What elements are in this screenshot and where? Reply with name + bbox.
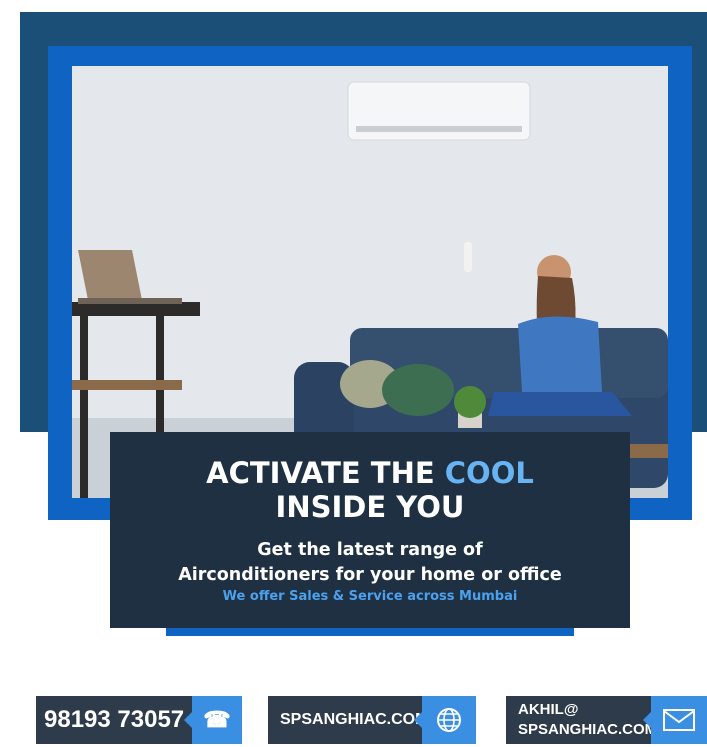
service-note: We offer Sales & Service across Mumbai — [222, 589, 518, 604]
subheadline-line2: Airconditioners for your home or office — [178, 565, 562, 585]
email-line2: SPSANGHIAC.COM — [518, 721, 658, 738]
phone-number: 98193 73057 — [44, 706, 185, 733]
website-text: SPSANGHIAC.COM — [280, 711, 429, 728]
promo-headline: ACTIVATE THE COOL INSIDE YOU — [110, 456, 630, 524]
air-conditioner-illustration — [347, 81, 531, 141]
promo-subheadline: Get the latest range of Airconditioners … — [110, 538, 630, 588]
headline-line2: INSIDE YOU — [275, 490, 465, 524]
website-tab — [414, 696, 476, 744]
card-underline-bar — [166, 628, 574, 636]
promo-card: ACTIVATE THE COOL INSIDE YOU Get the lat… — [110, 432, 630, 628]
website-contact[interactable]: SPSANGHIAC.COM — [268, 696, 476, 744]
phone-icon: ☎ — [203, 707, 231, 732]
phone-contact[interactable]: 98193 73057 ☎ — [36, 696, 242, 744]
headline-accent: COOL — [444, 456, 534, 490]
envelope-icon — [663, 709, 695, 731]
subheadline-line1: Get the latest range of — [257, 540, 483, 560]
phone-tab: ☎ — [184, 696, 242, 744]
email-tab — [643, 696, 707, 744]
email-line1: AKHIL@ — [518, 701, 579, 718]
globe-icon — [437, 708, 461, 732]
headline-prefix: ACTIVATE THE — [206, 456, 445, 490]
email-contact[interactable]: AKHIL@ SPSANGHIAC.COM — [506, 696, 707, 744]
email-text: AKHIL@ SPSANGHIAC.COM — [518, 696, 657, 744]
